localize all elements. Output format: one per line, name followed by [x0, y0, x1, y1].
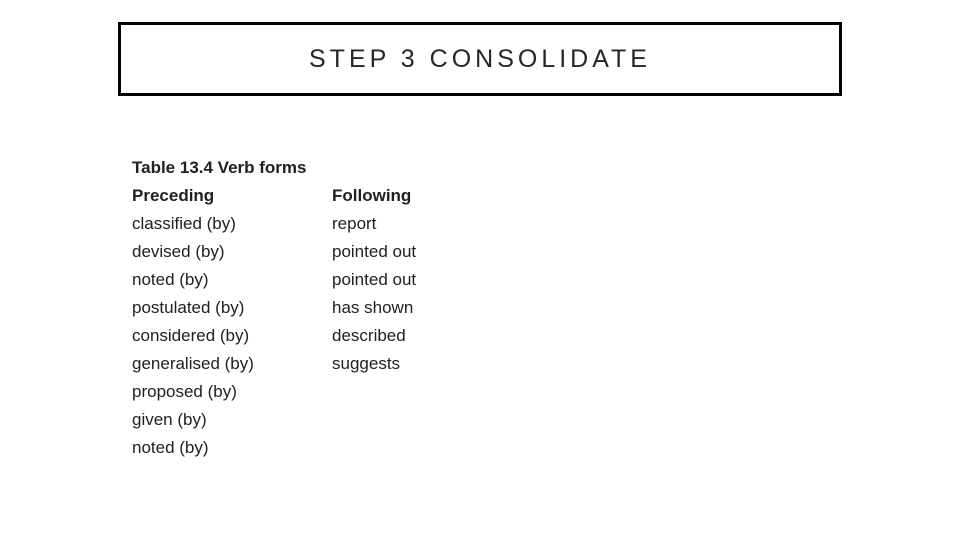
cell-following: described	[332, 322, 532, 350]
table-row: generalised (by) suggests	[132, 350, 532, 378]
cell-following	[332, 406, 532, 434]
table-row: postulated (by) has shown	[132, 294, 532, 322]
cell-preceding: noted (by)	[132, 266, 332, 294]
table-row: noted (by) pointed out	[132, 266, 532, 294]
cell-preceding: generalised (by)	[132, 350, 332, 378]
cell-preceding: devised (by)	[132, 238, 332, 266]
table-row: given (by)	[132, 406, 532, 434]
cell-following: pointed out	[332, 238, 532, 266]
title-box: STEP 3 CONSOLIDATE	[118, 22, 842, 96]
table-row: noted (by)	[132, 434, 532, 462]
cell-preceding: considered (by)	[132, 322, 332, 350]
table-header-row: Preceding Following	[132, 182, 532, 210]
col-header-following: Following	[332, 182, 532, 210]
table-row: devised (by) pointed out	[132, 238, 532, 266]
cell-preceding: classified (by)	[132, 210, 332, 238]
cell-following	[332, 378, 532, 406]
cell-preceding: postulated (by)	[132, 294, 332, 322]
cell-following: has shown	[332, 294, 532, 322]
table-wrapper: Table 13.4 Verb forms Preceding Followin…	[132, 158, 532, 462]
table-row: considered (by) described	[132, 322, 532, 350]
table-row: classified (by) report	[132, 210, 532, 238]
cell-preceding: given (by)	[132, 406, 332, 434]
slide: STEP 3 CONSOLIDATE Table 13.4 Verb forms…	[0, 0, 960, 540]
cell-preceding: proposed (by)	[132, 378, 332, 406]
table-row: proposed (by)	[132, 378, 532, 406]
cell-following: report	[332, 210, 532, 238]
table-caption: Table 13.4 Verb forms	[132, 158, 532, 178]
page-title: STEP 3 CONSOLIDATE	[309, 45, 651, 74]
cell-following	[332, 434, 532, 462]
cell-following: suggests	[332, 350, 532, 378]
verb-forms-table: Preceding Following classified (by) repo…	[132, 182, 532, 462]
cell-following: pointed out	[332, 266, 532, 294]
cell-preceding: noted (by)	[132, 434, 332, 462]
col-header-preceding: Preceding	[132, 182, 332, 210]
